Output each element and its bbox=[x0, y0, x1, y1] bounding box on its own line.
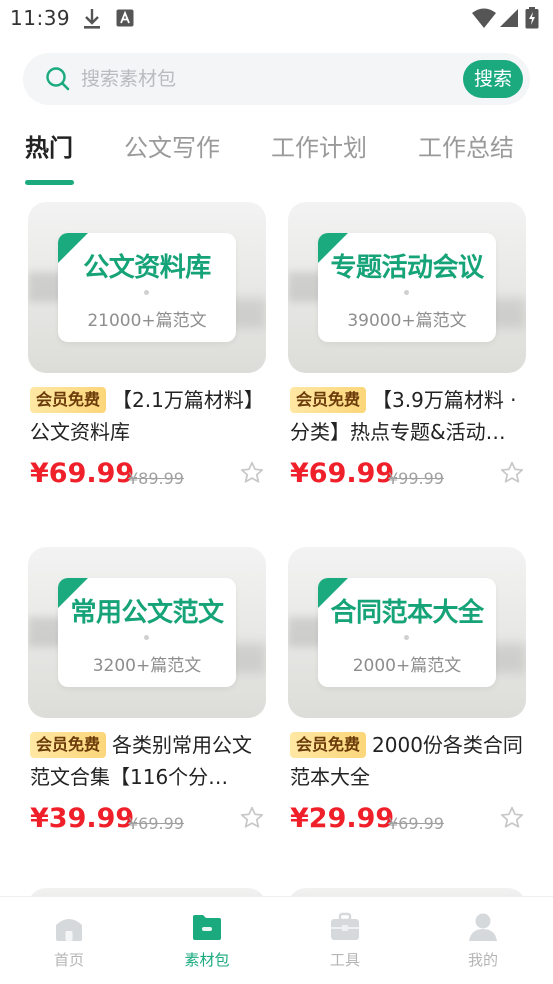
tab-work-plan[interactable]: 工作计划 bbox=[271, 128, 367, 163]
card-cover[interactable]: 专题活动会议 39000+篇范文 bbox=[288, 202, 526, 373]
card-original-price: ¥69.99 bbox=[388, 814, 444, 833]
card-title[interactable]: 会员免费 【2.1万篇材料】公文资料库 bbox=[30, 384, 266, 448]
nav-home[interactable]: 首页 bbox=[24, 911, 114, 970]
wifi-icon bbox=[472, 8, 496, 28]
nav-label: 工具 bbox=[329, 951, 360, 969]
search-button[interactable]: 搜索 bbox=[463, 60, 523, 98]
nav-tools[interactable]: 工具 bbox=[300, 911, 390, 970]
favorite-star-icon[interactable] bbox=[499, 805, 525, 831]
cover-count: 21000+篇范文 bbox=[87, 311, 207, 331]
nav-label: 首页 bbox=[53, 951, 84, 969]
member-free-badge: 会员免费 bbox=[290, 732, 367, 758]
card-title[interactable]: 会员免费 各类别常用公文范文合集【116个分… bbox=[30, 729, 266, 793]
cover-panel: 常用公文范文 3200+篇范文 bbox=[58, 578, 236, 687]
cover-title: 专题活动会议 bbox=[330, 253, 484, 283]
user-icon bbox=[469, 913, 497, 941]
search-input[interactable] bbox=[81, 53, 461, 105]
status-time: 11:39 bbox=[10, 6, 71, 30]
search-bar: 搜索 bbox=[23, 53, 530, 105]
card-price: ¥69.99 bbox=[290, 458, 395, 489]
nav-materials[interactable]: 素材包 bbox=[162, 911, 252, 970]
card-price: ¥29.99 bbox=[290, 803, 395, 834]
cover-title: 常用公文范文 bbox=[70, 598, 224, 628]
favorite-star-icon[interactable] bbox=[499, 460, 525, 486]
card-original-price: ¥99.99 bbox=[388, 469, 444, 488]
cover-count: 3200+篇范文 bbox=[92, 656, 202, 676]
tab-work-summary[interactable]: 工作总结 bbox=[418, 128, 514, 163]
card-price: ¥39.99 bbox=[30, 803, 135, 834]
active-tab-indicator bbox=[25, 180, 74, 185]
member-free-badge: 会员免费 bbox=[30, 732, 107, 758]
search-icon bbox=[46, 67, 70, 91]
cover-count: 39000+篇范文 bbox=[347, 311, 467, 331]
card-original-price: ¥89.99 bbox=[128, 469, 184, 488]
signal-icon bbox=[500, 9, 518, 27]
favorite-star-icon[interactable] bbox=[239, 460, 265, 486]
battery-charging-icon bbox=[525, 7, 539, 29]
member-free-badge: 会员免费 bbox=[30, 387, 107, 413]
cover-panel: 公文资料库 21000+篇范文 bbox=[58, 233, 236, 342]
bottom-nav: 首页 素材包 工具 我的 bbox=[0, 896, 553, 984]
tab-hot[interactable]: 热门 bbox=[25, 128, 73, 163]
card-title[interactable]: 会员免费 【3.9万篇材料 · 分类】热点专题&活动… bbox=[290, 384, 526, 448]
home-icon bbox=[56, 919, 82, 941]
card-price: ¥69.99 bbox=[30, 458, 135, 489]
cover-panel: 合同范本大全 2000+篇范文 bbox=[318, 578, 496, 687]
cover-count: 2000+篇范文 bbox=[352, 656, 462, 676]
card-cover[interactable]: 公文资料库 21000+篇范文 bbox=[28, 202, 266, 373]
toolbox-icon bbox=[331, 912, 359, 940]
cover-panel: 专题活动会议 39000+篇范文 bbox=[318, 233, 496, 342]
status-bar: 11:39 bbox=[0, 0, 553, 40]
cover-title: 公文资料库 bbox=[83, 253, 211, 283]
folder-icon bbox=[193, 915, 221, 940]
download-icon bbox=[84, 9, 100, 29]
nav-profile[interactable]: 我的 bbox=[438, 911, 528, 970]
card-cover[interactable]: 常用公文范文 3200+篇范文 bbox=[28, 547, 266, 718]
category-tabs: 热门 公文写作 工作计划 工作总结 bbox=[0, 128, 553, 188]
nav-label: 我的 bbox=[467, 951, 498, 969]
favorite-star-icon[interactable] bbox=[239, 805, 265, 831]
card-cover[interactable]: 合同范本大全 2000+篇范文 bbox=[288, 547, 526, 718]
member-free-badge: 会员免费 bbox=[290, 387, 367, 413]
card-original-price: ¥69.99 bbox=[128, 814, 184, 833]
nav-label: 素材包 bbox=[184, 951, 230, 969]
card-title[interactable]: 会员免费 2000份各类合同范本大全 bbox=[290, 729, 526, 793]
font-app-icon bbox=[116, 9, 134, 27]
tab-official-writing[interactable]: 公文写作 bbox=[124, 128, 220, 163]
cover-title: 合同范本大全 bbox=[330, 598, 484, 628]
